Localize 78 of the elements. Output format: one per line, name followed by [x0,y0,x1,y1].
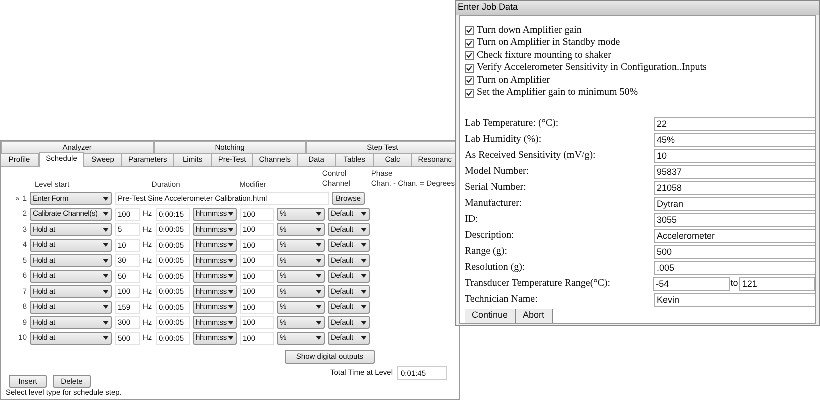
caret-icon [361,305,367,309]
field-label: Description: [465,229,516,243]
input-field[interactable]: Accelerometer [654,228,815,242]
continue-button[interactable]: Continue [465,308,516,322]
checklist-item: Check fixture mounting to shaker [477,50,612,61]
input-field[interactable]: -54 [653,276,730,290]
caret-icon [361,258,367,262]
caret-icon [316,290,322,294]
caret-icon [361,228,367,232]
field-label: Serial Number: [465,181,528,195]
input-field[interactable]: 3055 [654,212,815,226]
caret-icon [361,290,367,294]
checklist-item: Verify Accelerometer Sensitivity in Configuration..Inputs [477,63,707,74]
checkbox[interactable] [465,64,474,73]
caret-icon [103,212,109,216]
caret-icon [316,336,322,340]
caret-icon [228,290,234,294]
field-label: ID: [465,213,480,227]
checkbox[interactable] [465,51,474,60]
checkbox[interactable] [465,38,474,48]
checkbox[interactable] [465,76,474,86]
caret-icon [103,290,109,294]
input-field[interactable]: 21058 [654,180,815,194]
checklist-item: Turn down Amplifier gain [477,26,582,36]
input-field[interactable]: 121 [739,276,815,290]
input-field[interactable]: Dytran [654,196,815,210]
caret-icon [228,212,234,216]
input-field[interactable]: 95837 [654,164,815,178]
caret-icon [316,243,322,247]
field-label: Range (g): [465,245,508,259]
caret-icon [228,336,234,340]
caret-icon [316,305,322,309]
caret-icon [316,212,322,216]
input-field[interactable]: 45% [654,132,815,146]
caret-icon [228,228,234,232]
checkbox[interactable] [465,88,474,98]
caret-icon [361,274,367,278]
caret-icon [361,320,367,324]
field-label: As Received Sensitivity (mV/g): [465,149,597,163]
caret-icon [103,258,109,262]
field-label: Technician Name: [465,293,539,307]
caret-icon [103,336,109,340]
input-field[interactable]: 10 [654,148,815,162]
caret-icon [316,228,322,232]
caret-icon [103,305,109,309]
caret-icon [228,274,234,278]
caret-icon [103,320,109,324]
input-field[interactable]: Kevin [654,292,815,306]
field-label: Lab Humidity (%): [465,133,543,147]
caret-icon [103,274,109,278]
caret-icon [361,212,367,216]
field-label: Model Number: [465,165,530,179]
checkbox[interactable] [465,26,474,36]
field-label: Manufacturer: [465,197,524,211]
caret-icon [228,305,234,309]
field-label: Lab Temperature: (°C): [465,117,560,131]
caret-icon [228,320,234,324]
caret-icon [361,336,367,340]
input-field[interactable]: .005 [654,260,815,274]
checklist-item: Set the Amplifier gain to minimum 50% [477,88,638,98]
caret-icon [316,320,322,324]
caret-icon [316,258,322,262]
checklist-item: Turn on Amplifier in Standby mode [477,38,620,48]
input-field[interactable]: 500 [654,244,815,258]
abort-button[interactable]: Abort [516,308,553,322]
field-label: Resolution (g): [465,261,526,275]
caret-icon [103,196,109,200]
field-label: Transducer Temperature Range(°C): [465,277,612,291]
input-field[interactable]: 22 [654,116,815,130]
window-title: Enter Job Data [458,1,518,14]
caret-icon [228,258,234,262]
caret-icon [228,243,234,247]
caret-icon [316,274,322,278]
caret-icon [103,228,109,232]
caret-icon [361,243,367,247]
range-joiner: to [730,276,740,290]
caret-icon [103,243,109,247]
checklist-item: Turn on Amplifier [477,76,550,86]
